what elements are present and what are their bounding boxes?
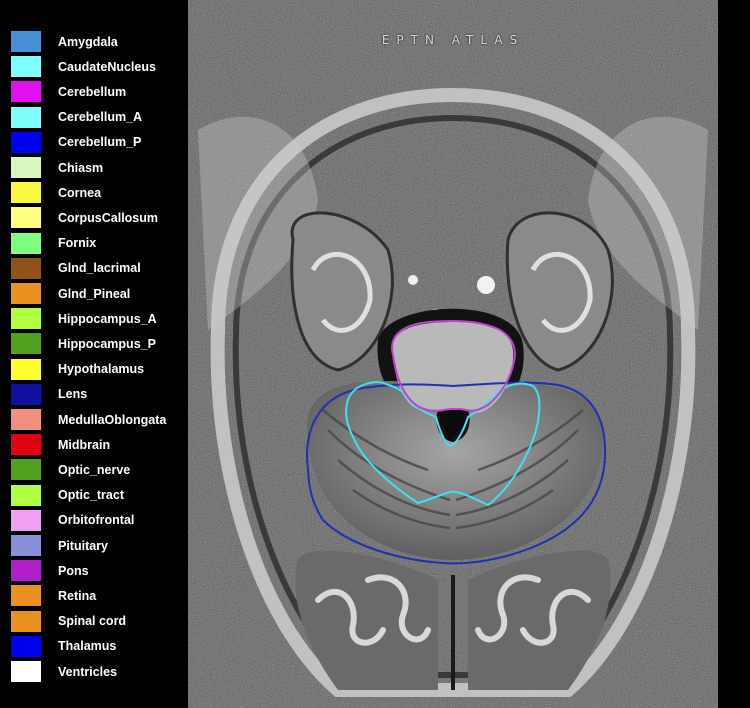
- legend-item[interactable]: Amygdala: [11, 31, 118, 52]
- legend-item[interactable]: Fornix: [11, 232, 97, 254]
- legend-item[interactable]: Thalamus: [11, 635, 117, 657]
- legend-label: Midbrain: [58, 437, 111, 452]
- legend-item[interactable]: Glnd_lacrimal: [11, 257, 141, 279]
- legend-color-swatch: [11, 358, 41, 380]
- legend-item[interactable]: Retina: [11, 585, 97, 607]
- legend-label: Amygdala: [58, 34, 118, 49]
- legend-item[interactable]: Hippocampus_A: [11, 308, 157, 330]
- legend-color-swatch: [11, 81, 41, 103]
- legend-label: Fornix: [58, 236, 97, 251]
- legend-label: Glnd_lacrimal: [58, 261, 141, 276]
- legend-color-swatch: [11, 610, 41, 632]
- legend-item[interactable]: Pituitary: [11, 535, 108, 556]
- legend-item[interactable]: Optic_nerve: [11, 459, 131, 481]
- legend-label: Optic_nerve: [58, 462, 131, 477]
- legend-label: Hippocampus_A: [58, 311, 157, 326]
- legend-color-swatch: [11, 409, 41, 430]
- legend-label: Hippocampus_P: [58, 336, 156, 351]
- right-margin: [718, 0, 750, 708]
- mri-viewer[interactable]: [188, 0, 718, 708]
- legend-color-swatch: [11, 182, 41, 204]
- legend-color-swatch: [11, 509, 41, 531]
- legend-label: Cornea: [58, 185, 102, 200]
- legend-label: Chiasm: [58, 160, 104, 175]
- legend-color-swatch: [11, 383, 41, 405]
- legend-label: Orbitofrontal: [58, 513, 135, 528]
- legend-label: Cerebellum: [58, 84, 127, 99]
- legend-item[interactable]: Cornea: [11, 182, 102, 204]
- legend-item[interactable]: Cerebellum_A: [11, 106, 143, 128]
- legend-label: CaudateNucleus: [58, 59, 156, 74]
- legend-label: Thalamus: [58, 639, 117, 654]
- legend-color-swatch: [11, 106, 41, 128]
- legend-color-swatch: [11, 484, 41, 506]
- legend-color-swatch: [11, 661, 41, 682]
- legend-color-swatch: [11, 232, 41, 254]
- legend-color-swatch: [11, 283, 41, 304]
- legend-label: Pons: [58, 563, 89, 578]
- legend-label: Lens: [58, 387, 88, 402]
- legend-item[interactable]: Midbrain: [11, 434, 111, 456]
- legend-color-swatch: [11, 535, 41, 556]
- legend-item[interactable]: Cerebellum: [11, 81, 127, 103]
- legend-color-swatch: [11, 333, 41, 355]
- legend-label: Cerebellum_A: [58, 110, 143, 125]
- legend-color-swatch: [11, 434, 41, 456]
- legend-item[interactable]: Pons: [11, 560, 89, 582]
- legend-label: Hypothalamus: [58, 362, 145, 377]
- legend-label: MedullaOblongata: [58, 412, 167, 427]
- legend-color-swatch: [11, 308, 41, 330]
- legend-item[interactable]: Spinal cord: [11, 610, 127, 632]
- legend-label: CorpusCallosum: [58, 210, 159, 225]
- legend-label: Cerebellum_P: [58, 135, 142, 150]
- legend-item[interactable]: CaudateNucleus: [11, 56, 156, 78]
- legend-color-swatch: [11, 207, 41, 229]
- legend-label: Spinal cord: [58, 614, 127, 629]
- legend-item[interactable]: Hypothalamus: [11, 358, 145, 380]
- legend-item[interactable]: Glnd_Pineal: [11, 283, 130, 304]
- legend-label: Optic_tract: [58, 488, 124, 503]
- structure-legend: Amygdala CaudateNucleus Cerebellum Cerebell…: [0, 0, 188, 708]
- legend-item[interactable]: Optic_tract: [11, 484, 124, 506]
- legend-color-swatch: [11, 131, 41, 153]
- legend-color-swatch: [11, 31, 41, 52]
- legend-label: Retina: [58, 588, 97, 603]
- legend-item[interactable]: Orbitofrontal: [11, 509, 135, 531]
- atlas-title: EPTN ATLAS: [381, 33, 525, 47]
- legend-item[interactable]: Cerebellum_P: [11, 131, 142, 153]
- legend-color-swatch: [11, 585, 41, 607]
- legend-color-swatch: [11, 157, 41, 178]
- legend-label: Pituitary: [58, 538, 109, 553]
- legend-item[interactable]: Ventricles: [11, 661, 117, 682]
- legend-item[interactable]: MedullaOblongata: [11, 409, 166, 430]
- legend-color-swatch: [11, 560, 41, 582]
- legend-item[interactable]: Lens: [11, 383, 88, 405]
- legend-label: Ventricles: [58, 664, 118, 679]
- legend-label: Glnd_Pineal: [58, 286, 131, 301]
- legend-color-swatch: [11, 635, 41, 657]
- legend-item[interactable]: Hippocampus_P: [11, 333, 156, 355]
- legend-item[interactable]: Chiasm: [11, 157, 103, 178]
- legend-color-swatch: [11, 459, 41, 481]
- legend-color-swatch: [11, 257, 41, 279]
- mri-axial-slice: [188, 0, 718, 708]
- legend-item[interactable]: CorpusCallosum: [11, 207, 159, 229]
- legend-color-swatch: [11, 56, 41, 78]
